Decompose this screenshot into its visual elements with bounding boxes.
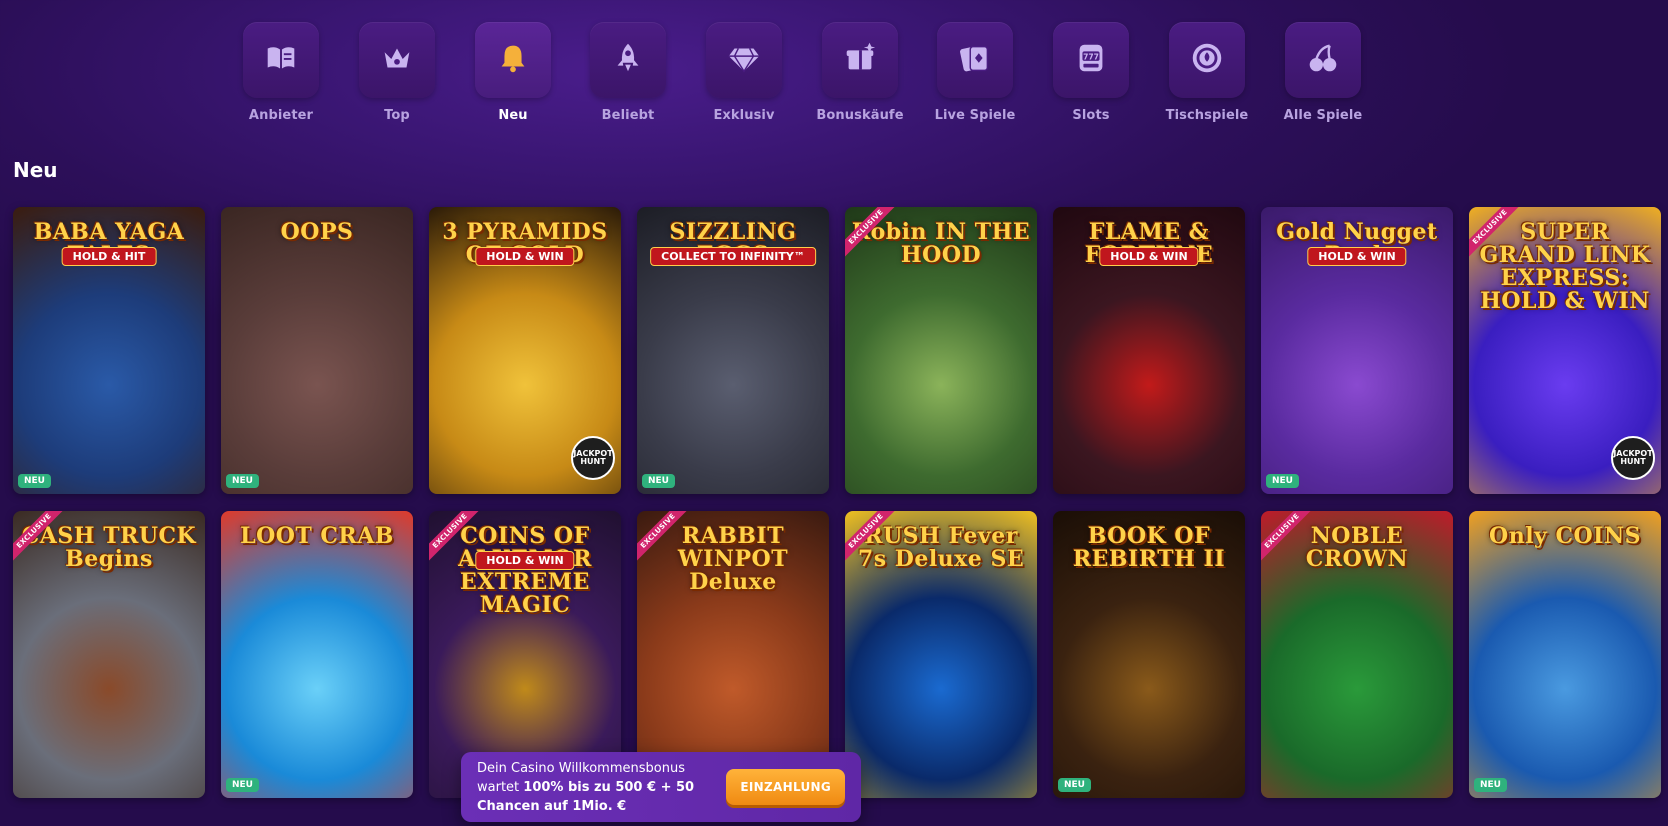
- game-subtitle: HOLD & WIN: [475, 247, 575, 266]
- game-title: Only COINS: [1489, 523, 1641, 549]
- new-badge: NEU: [1058, 778, 1091, 792]
- jackpot-hunt-badge: JACKPOT HUNT: [1611, 436, 1655, 480]
- category-bonuskäufe[interactable]: Bonuskäufe: [810, 22, 910, 123]
- deposit-button[interactable]: EINZAHLUNG: [726, 769, 845, 805]
- category-label: Bonuskäufe: [816, 108, 904, 123]
- category-tile: [475, 22, 551, 98]
- category-label: Neu: [498, 108, 528, 123]
- game-title: BOOK OF REBIRTH II: [1072, 523, 1226, 573]
- category-tile: [822, 22, 898, 98]
- crown-icon: [378, 39, 416, 81]
- bell-icon: [494, 39, 532, 81]
- game-artwork: [1469, 511, 1661, 798]
- new-badge: NEU: [18, 474, 51, 488]
- category-label: Top: [384, 108, 410, 123]
- category-tile: [243, 22, 319, 98]
- category-tile: [937, 22, 1013, 98]
- game-subtitle: HOLD & WIN: [1099, 247, 1199, 266]
- game-card[interactable]: Only COINS NEU: [1469, 511, 1661, 798]
- game-card[interactable]: CASH TRUCK Begins EXCLUSIVE: [13, 511, 205, 798]
- category-tile: [359, 22, 435, 98]
- category-alle-spiele[interactable]: Alle Spiele: [1273, 22, 1373, 123]
- new-badge: NEU: [226, 474, 259, 488]
- game-card[interactable]: SUPER GRAND LINK EXPRESS: HOLD & WIN EXCL…: [1469, 207, 1661, 494]
- category-nav: Anbieter Top Neu Beliebt Exklusiv Bonuskäufe L…: [0, 22, 1668, 132]
- promo-text: Dein Casino Willkommensbonus wartet 100%…: [477, 759, 726, 816]
- game-card[interactable]: SIZZLING EGGSCOLLECT TO INFINITY™NEU: [637, 207, 829, 494]
- game-subtitle: HOLD & HIT: [61, 247, 157, 266]
- game-title: LOOT CRAB: [240, 523, 394, 549]
- game-card[interactable]: RUSH Fever 7s Deluxe SE EXCLUSIVE: [845, 511, 1037, 798]
- category-label: Exklusiv: [713, 108, 775, 123]
- game-card[interactable]: FLAME & FORTUNEHOLD & WIN: [1053, 207, 1245, 494]
- category-tile: 777: [1053, 22, 1129, 98]
- welcome-bonus-banner: Dein Casino Willkommensbonus wartet 100%…: [461, 752, 861, 822]
- category-exklusiv[interactable]: Exklusiv: [694, 22, 794, 123]
- game-card[interactable]: NOBLE CROWN EXCLUSIVE: [1261, 511, 1453, 798]
- diamond-icon: [725, 39, 763, 81]
- game-subtitle: COLLECT TO INFINITY™: [650, 247, 816, 266]
- rocket-icon: [609, 39, 647, 81]
- category-label: Beliebt: [601, 108, 655, 123]
- new-badge: NEU: [1474, 778, 1507, 792]
- game-card[interactable]: Robin IN THE HOOD EXCLUSIVE: [845, 207, 1037, 494]
- section-title: Neu: [13, 158, 58, 182]
- game-title: Robin IN THE HOOD: [851, 219, 1031, 269]
- category-tischspiele[interactable]: Tischspiele: [1157, 22, 1257, 123]
- category-tile: [590, 22, 666, 98]
- cherry-icon: [1304, 39, 1342, 81]
- new-badge: NEU: [642, 474, 675, 488]
- category-beliebt[interactable]: Beliebt: [578, 22, 678, 123]
- game-artwork: [221, 511, 413, 798]
- category-slots[interactable]: 777 Slots: [1041, 22, 1141, 123]
- game-card[interactable]: LOOT CRAB NEU: [221, 511, 413, 798]
- category-live-spiele[interactable]: Live Spiele: [925, 22, 1025, 123]
- category-label: Slots: [1072, 108, 1110, 123]
- game-title: NOBLE CROWN: [1305, 523, 1409, 573]
- game-card[interactable]: BABA YAGA TALESHOLD & HITNEU: [13, 207, 205, 494]
- game-title: OOPS: [280, 219, 354, 245]
- game-title: CASH TRUCK Begins: [21, 523, 197, 573]
- svg-text:777: 777: [1083, 52, 1099, 61]
- game-title: COINS OF ALKEMOR EXTREME MAGIC: [458, 523, 591, 619]
- game-title: SUPER GRAND LINK EXPRESS: HOLD & WIN: [1479, 219, 1651, 315]
- book-icon: [262, 39, 300, 81]
- game-card[interactable]: OOPS NEU: [221, 207, 413, 494]
- game-artwork: [221, 207, 413, 494]
- gift-icon: [841, 39, 879, 81]
- slot-machine-icon: 777: [1072, 39, 1110, 81]
- category-tile: [1169, 22, 1245, 98]
- game-title: RABBIT WINPOT Deluxe: [677, 523, 789, 596]
- new-badge: NEU: [226, 778, 259, 792]
- new-badge: NEU: [1266, 474, 1299, 488]
- game-card[interactable]: 3 PYRAMIDS OF GOLDHOLD & WINJACKPOT HUNT: [429, 207, 621, 494]
- category-tile: [706, 22, 782, 98]
- category-neu[interactable]: Neu: [463, 22, 563, 123]
- game-card[interactable]: Gold Nugget RushHOLD & WINNEU: [1261, 207, 1453, 494]
- category-label: Live Spiele: [934, 108, 1016, 123]
- game-subtitle: HOLD & WIN: [1307, 247, 1407, 266]
- category-anbieter[interactable]: Anbieter: [231, 22, 331, 123]
- cards-icon: [956, 39, 994, 81]
- jackpot-hunt-badge: JACKPOT HUNT: [571, 436, 615, 480]
- category-top[interactable]: Top: [347, 22, 447, 123]
- game-subtitle: HOLD & WIN: [475, 551, 575, 570]
- category-tile: [1285, 22, 1361, 98]
- category-label: Tischspiele: [1165, 108, 1249, 123]
- game-title: RUSH Fever 7s Deluxe SE: [857, 523, 1025, 573]
- game-card[interactable]: BOOK OF REBIRTH II NEU: [1053, 511, 1245, 798]
- category-label: Alle Spiele: [1283, 108, 1363, 123]
- chip-icon: [1188, 39, 1226, 81]
- category-label: Anbieter: [248, 108, 314, 123]
